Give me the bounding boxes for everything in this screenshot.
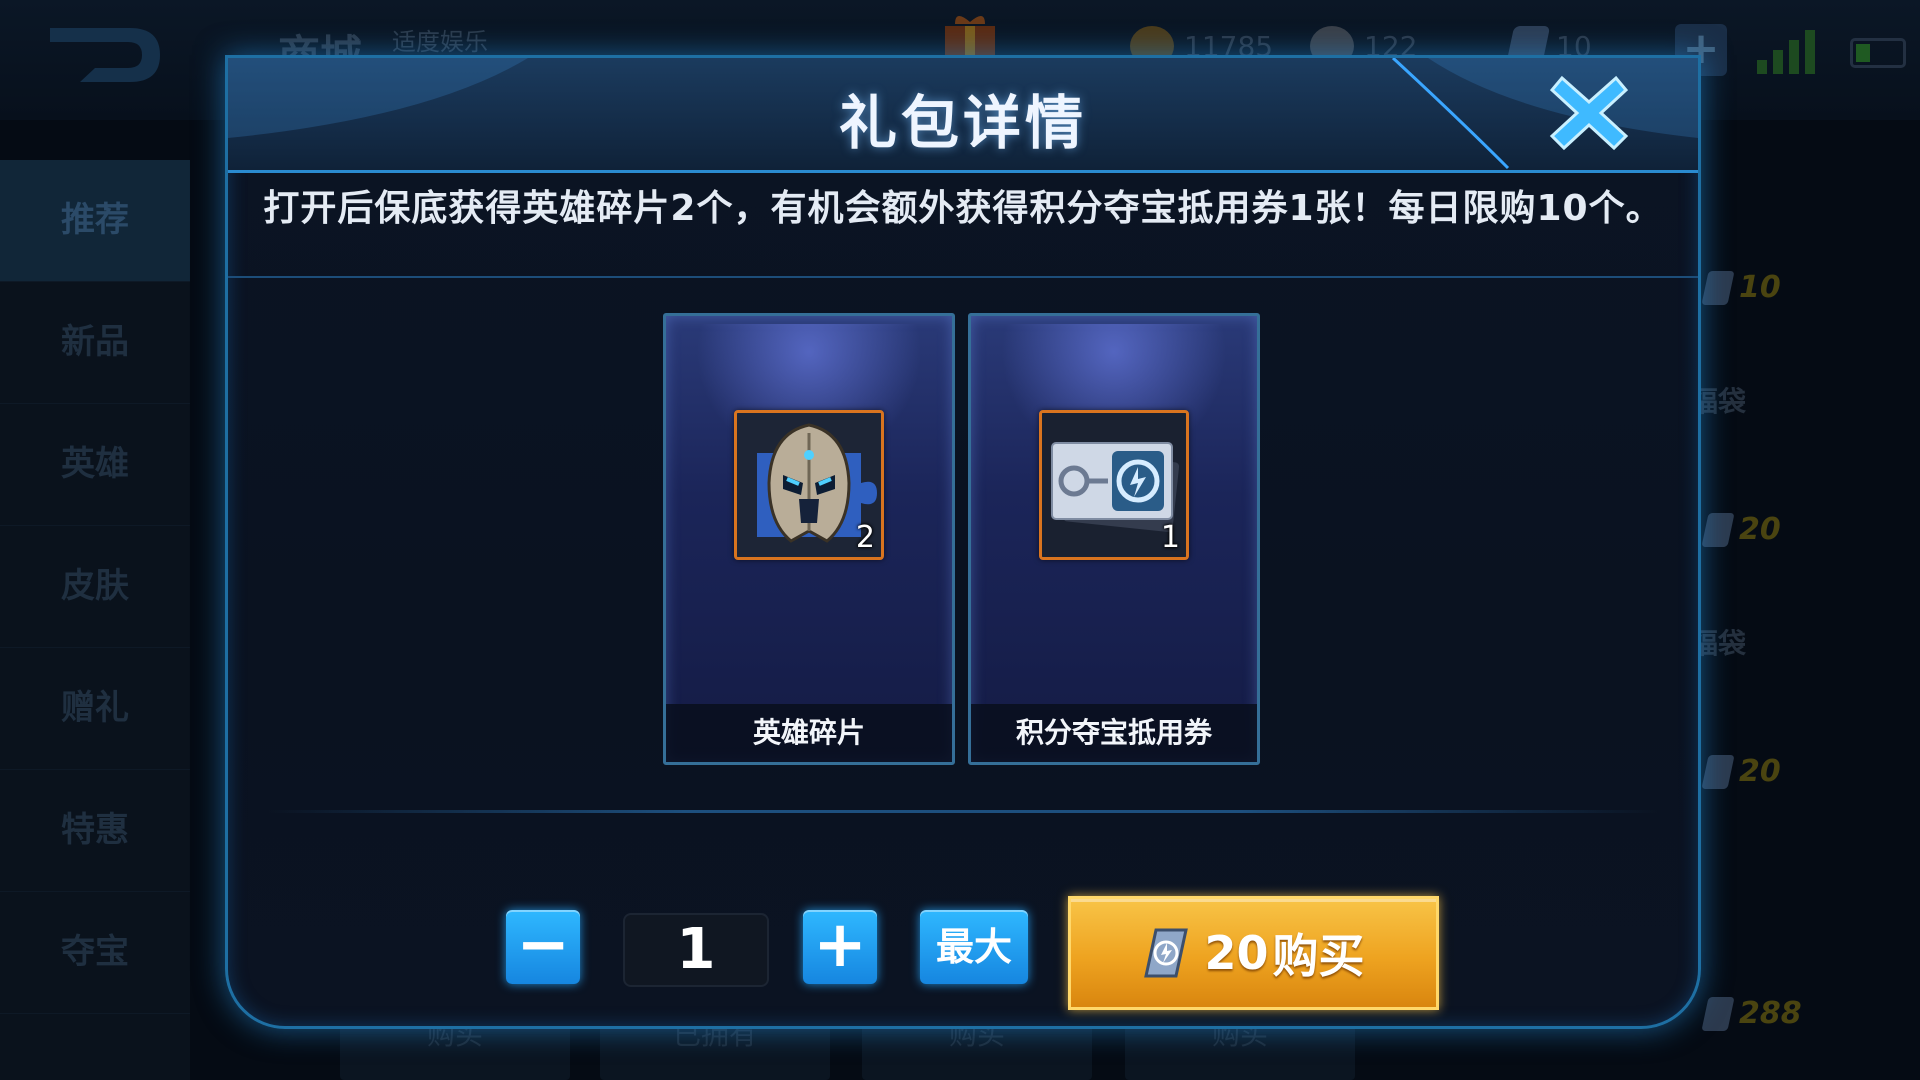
sidebar-item-skin[interactable]: 皮肤 xyxy=(0,526,190,648)
reward-item-name: 积分夺宝抵用券 xyxy=(971,704,1257,762)
reward-item-frame: 1 xyxy=(1039,410,1189,560)
battery-icon xyxy=(1850,38,1906,68)
sidebar-item-hero[interactable]: 英雄 xyxy=(0,404,190,526)
sidebar-item-gift[interactable]: 赠礼 xyxy=(0,648,190,770)
pack-description: 打开后保底获得英雄碎片2个，有机会额外获得积分夺宝抵用券1张！每日限购10个。 xyxy=(263,188,1663,229)
gift-pack-details-dialog: 礼包详情 打开后保底获得英雄碎片2个，有机会额外获得积分夺宝抵用券1张！每日限购… xyxy=(225,55,1701,1029)
shop-subtitle: 适度娱乐 xyxy=(392,28,488,56)
ticket-icon xyxy=(1701,270,1735,305)
reward-item-card[interactable]: 1 积分夺宝抵用券 xyxy=(968,313,1260,765)
sidebar-item-sale[interactable]: 特惠 xyxy=(0,770,190,892)
increase-quantity-button[interactable]: + xyxy=(803,910,877,984)
reward-item-count: 1 xyxy=(1160,520,1180,555)
price-tag: 20 xyxy=(1701,754,1781,789)
dialog-header: 礼包详情 xyxy=(228,58,1698,173)
reward-item-count: 2 xyxy=(855,520,875,555)
buy-price: 20 xyxy=(1204,926,1269,980)
signal-icon xyxy=(1757,30,1815,74)
max-quantity-button[interactable]: 最大 xyxy=(920,910,1028,984)
ticket-icon xyxy=(1144,928,1189,978)
divider xyxy=(268,810,1658,813)
reward-item-frame: 2 xyxy=(734,410,884,560)
buy-button[interactable]: 20 购买 xyxy=(1068,896,1439,1010)
back-button[interactable] xyxy=(40,18,170,92)
sidebar-item-treasure[interactable]: 夺宝 xyxy=(0,892,190,1014)
reward-item-name: 英雄碎片 xyxy=(666,704,952,762)
decrease-quantity-button[interactable]: − xyxy=(506,910,580,984)
price-tag: 288 xyxy=(1701,996,1802,1031)
sidebar-item-recommend[interactable]: 推荐 xyxy=(0,160,190,282)
close-icon[interactable] xyxy=(1548,72,1630,154)
price-tag: 20 xyxy=(1701,512,1781,547)
description-bar: 打开后保底获得英雄碎片2个，有机会额外获得积分夺宝抵用券1张！每日限购10个。 xyxy=(228,176,1698,278)
dialog-title: 礼包详情 xyxy=(838,89,1087,157)
reward-item-card[interactable]: 2 英雄碎片 xyxy=(663,313,955,765)
right-product-column: 10 福袋 20 福袋 20 288 xyxy=(1690,160,1920,1080)
quantity-value[interactable]: 1 xyxy=(623,913,769,987)
buy-label: 购买 xyxy=(1272,929,1365,983)
back-arrow-icon xyxy=(50,28,160,82)
ticket-icon xyxy=(1701,996,1735,1031)
sidebar-item-new[interactable]: 新品 xyxy=(0,282,190,404)
ticket-icon xyxy=(1701,512,1735,547)
ticket-icon xyxy=(1701,754,1735,789)
shop-sidebar: 推荐 新品 英雄 皮肤 赠礼 特惠 夺宝 xyxy=(0,160,190,1080)
price-tag: 10 xyxy=(1701,270,1781,305)
